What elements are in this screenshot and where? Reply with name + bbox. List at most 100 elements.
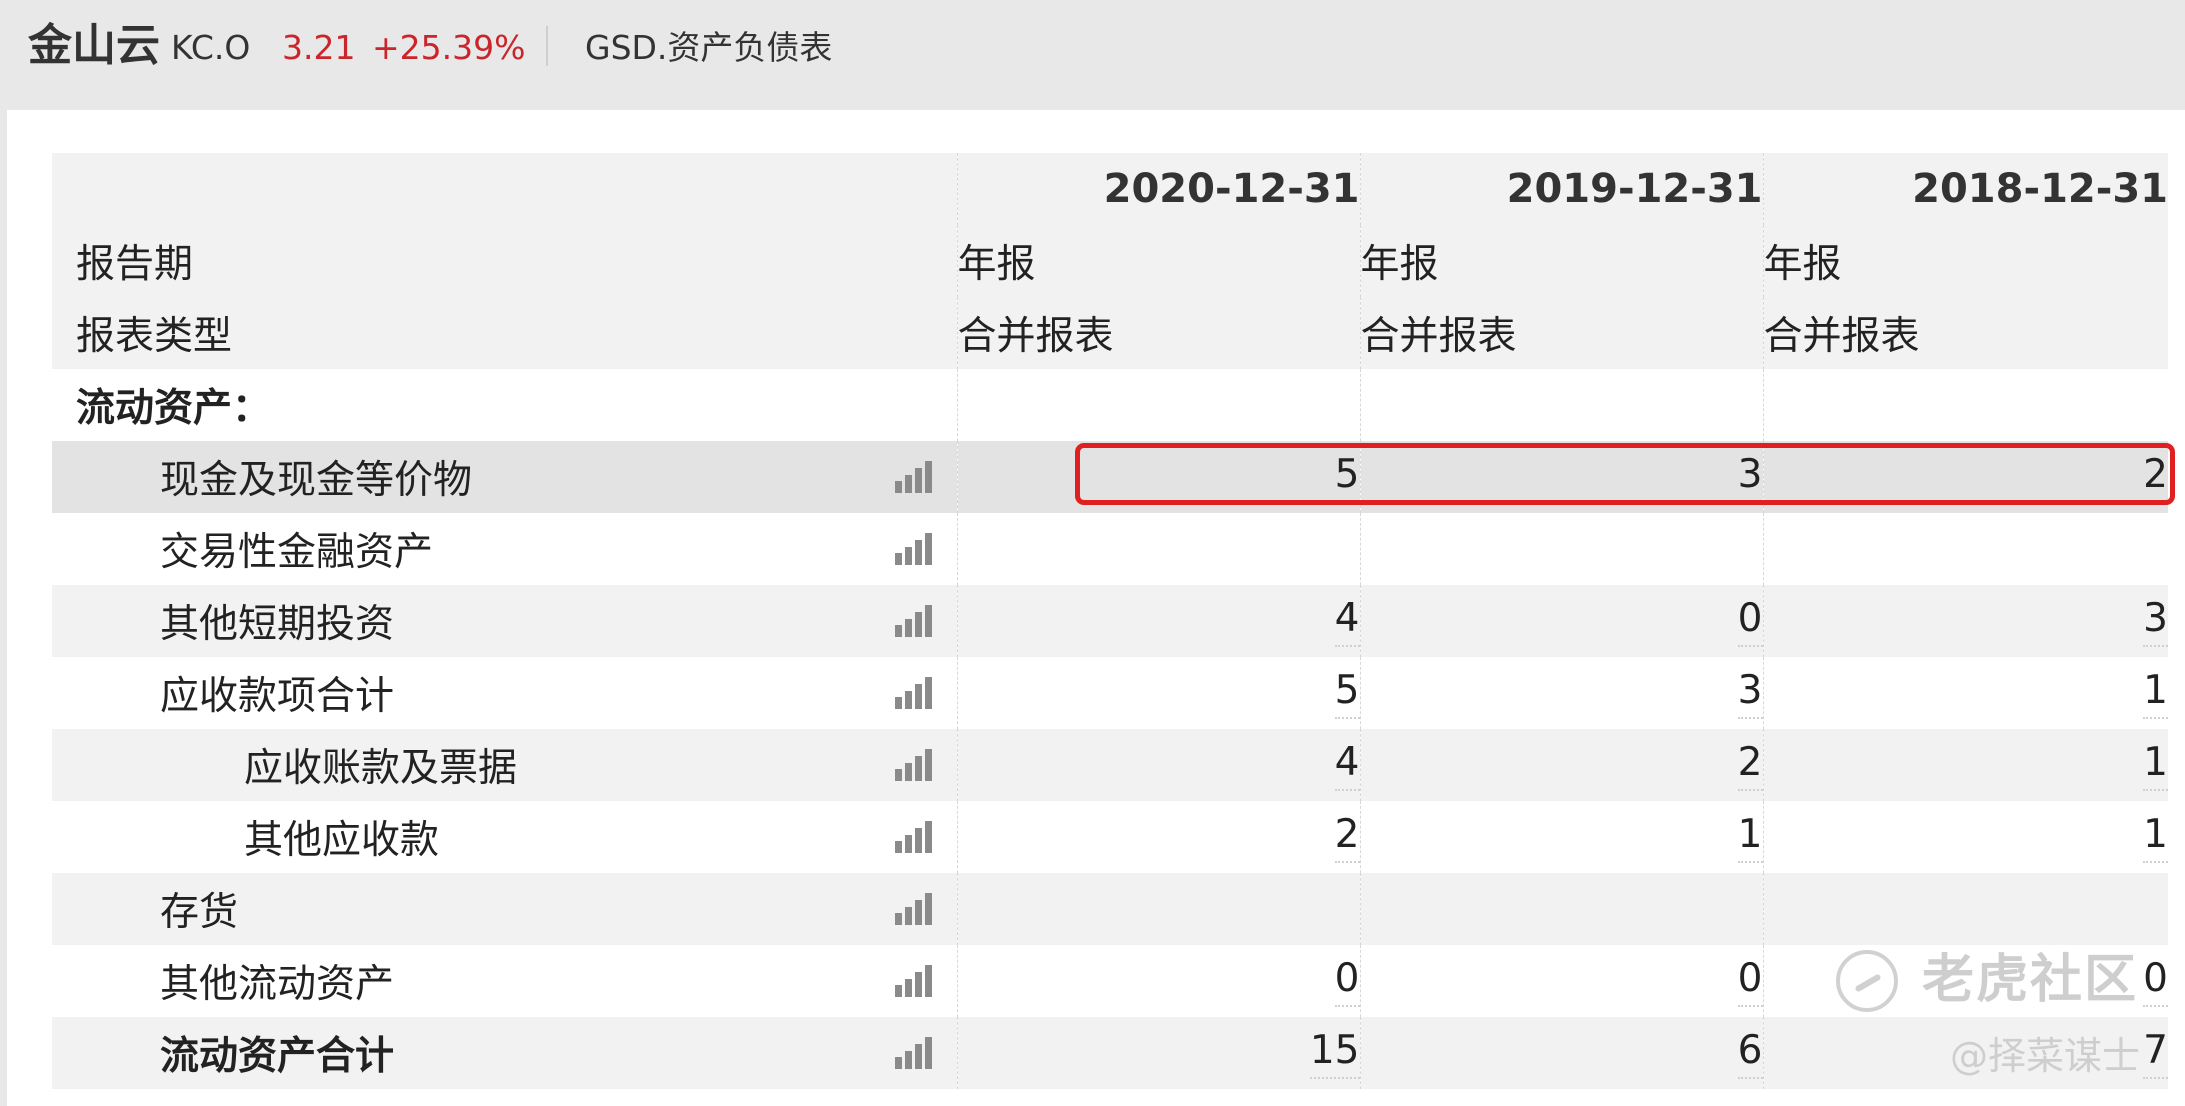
watermark-brand: 老虎社区 — [1922, 950, 2139, 1010]
cell-2020 — [956, 513, 1360, 585]
row-label-text: 其他短期投资 — [160, 602, 395, 647]
cell-2019: 2 — [1359, 729, 1763, 801]
cell-value: 2 — [2143, 452, 2168, 503]
row-label: 报表类型 — [52, 297, 957, 369]
table-row-trading-financial-assets[interactable]: 交易性金融资产 — [52, 513, 2168, 585]
bar-chart-icon[interactable] — [894, 605, 933, 637]
cell-2019: 年报 — [1359, 225, 1763, 297]
bar-chart-icon[interactable] — [894, 461, 933, 493]
cell-value: 3 — [1737, 452, 1763, 503]
cell-2018: 1 — [1762, 801, 2168, 873]
row-label: 流动资产合计 — [52, 1017, 957, 1089]
bar-chart-icon[interactable] — [894, 677, 933, 709]
balance-sheet-table: 2020-12-31 2019-12-31 2018-12-31 报告期 年报 … — [52, 153, 2168, 1089]
cell-value: 3 — [2143, 596, 2168, 647]
table-row-cash-equivalents[interactable]: 现金及现金等价物 5 3 2 — [52, 441, 2168, 513]
cell-2019 — [1359, 369, 1763, 441]
table-row-total-current-assets[interactable]: 流动资产合计 15 6 7 — [52, 1017, 2168, 1089]
row-label: 其他短期投资 — [52, 585, 957, 657]
cell-value: 1 — [2143, 740, 2168, 791]
cell-2018: 1 — [1762, 657, 2168, 729]
row-label: 现金及现金等价物 — [52, 441, 957, 513]
row-label: 其他应收款 — [52, 801, 957, 873]
cell-2018 — [1762, 873, 2168, 945]
cell-2019: 3 — [1359, 657, 1763, 729]
row-label: 其他流动资产 — [52, 945, 957, 1017]
cell-value: 3 — [1737, 668, 1763, 719]
row-label-text: 其他流动资产 — [160, 962, 395, 1007]
row-label: 交易性金融资产 — [52, 513, 957, 585]
cell-2020 — [956, 369, 1360, 441]
price-change-percent: +25.39% — [372, 28, 526, 67]
row-label-text: 现金及现金等价物 — [160, 458, 473, 503]
cell-value: 5 — [1334, 452, 1360, 503]
table-row-statement-type: 报表类型 合并报表 合并报表 合并报表 — [52, 297, 2168, 369]
cell-value: 2 — [1737, 740, 1763, 791]
cell-value: 1 — [2143, 812, 2168, 863]
cell-2020: 年报 — [956, 225, 1360, 297]
table-row-other-short-term-investments[interactable]: 其他短期投资 4 0 3 — [52, 585, 2168, 657]
cell-value: 0 — [1334, 956, 1360, 1007]
table-row-total-receivables[interactable]: 应收款项合计 5 3 1 — [52, 657, 2168, 729]
row-label-text: 流动资产： — [76, 386, 272, 431]
cell-2020: 4 — [956, 585, 1360, 657]
cell-2020 — [956, 873, 1360, 945]
quote-header: 金山云 KC.O 3.21 +25.39% GSD.资产负债表 — [0, 0, 2185, 110]
statement-tab[interactable]: GSD.资产负债表 — [585, 26, 832, 70]
cell-2018: 3 — [1762, 585, 2168, 657]
cell-2020: 15 — [956, 1017, 1360, 1089]
cell-2020: 0 — [956, 945, 1360, 1017]
cell-value: 4 — [1334, 596, 1360, 647]
cell-2020: 合并报表 — [956, 297, 1360, 369]
row-label: 报告期 — [52, 225, 957, 297]
watermark-author: @择菜谋士 — [1950, 1034, 2141, 1078]
cell-value: 1 — [1737, 812, 1763, 863]
row-label: 存货 — [52, 873, 957, 945]
table-row-accounts-notes-receivable[interactable]: 应收账款及票据 4 2 1 — [52, 729, 2168, 801]
cell-value: 1 — [2143, 668, 2168, 719]
row-label-text: 流动资产合计 — [160, 1034, 395, 1079]
cell-value: 15 — [1309, 1028, 1360, 1079]
row-label-text: 存货 — [160, 890, 239, 935]
cell-value: 5 — [1334, 668, 1360, 719]
row-label: 流动资产： — [52, 369, 957, 441]
stock-price: 3.21 — [282, 28, 356, 67]
row-label-text: 其他应收款 — [244, 818, 440, 863]
cell-2018: 1 — [1762, 729, 2168, 801]
cell-2019: 0 — [1359, 585, 1763, 657]
ticker-symbol: KC.O — [171, 28, 251, 67]
row-label-text: 交易性金融资产 — [160, 530, 434, 575]
cell-value: 4 — [1334, 740, 1360, 791]
cell-2018 — [1762, 513, 2168, 585]
cell-2018: 2 — [1762, 441, 2168, 513]
period-header-2020: 2020-12-31 — [956, 153, 1360, 225]
row-label-text: 报表类型 — [76, 314, 233, 359]
cell-value: 2 — [1334, 812, 1360, 863]
cell-2020: 5 — [956, 657, 1360, 729]
bar-chart-icon[interactable] — [894, 1037, 933, 1069]
row-label-text: 应收账款及票据 — [244, 746, 518, 791]
cell-value: 0 — [1737, 596, 1763, 647]
bar-chart-icon[interactable] — [894, 893, 933, 925]
table-row-current-assets-section: 流动资产： — [52, 369, 2168, 441]
bar-chart-icon[interactable] — [894, 533, 933, 565]
tiger-logo-icon — [1836, 950, 1898, 1012]
bar-chart-icon[interactable] — [894, 965, 933, 997]
cell-2018: 年报 — [1762, 225, 2168, 297]
cell-value: 0 — [2143, 956, 2168, 1007]
row-label: 应收账款及票据 — [52, 729, 957, 801]
row-label-text: 报告期 — [76, 242, 194, 287]
cell-2019 — [1359, 513, 1763, 585]
cell-2020: 5 — [956, 441, 1360, 513]
cell-2019: 合并报表 — [1359, 297, 1763, 369]
cell-2019 — [1359, 873, 1763, 945]
cell-2019: 0 — [1359, 945, 1763, 1017]
period-header-2018: 2018-12-31 — [1762, 153, 2168, 225]
table-row-other-receivables[interactable]: 其他应收款 2 1 1 — [52, 801, 2168, 873]
cell-value: 0 — [1737, 956, 1763, 1007]
bar-chart-icon[interactable] — [894, 821, 933, 853]
header-blank-cell — [52, 153, 957, 225]
table-row-inventory[interactable]: 存货 — [52, 873, 2168, 945]
bar-chart-icon[interactable] — [894, 749, 933, 781]
cell-2018: 合并报表 — [1762, 297, 2168, 369]
